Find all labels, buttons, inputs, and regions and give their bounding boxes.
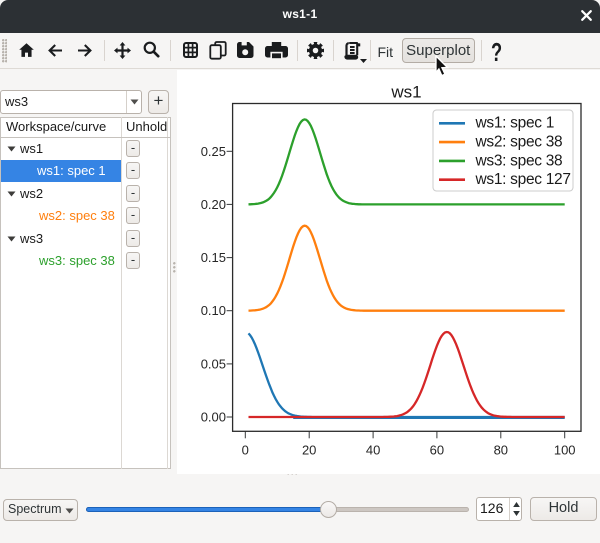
svg-text:0.25: 0.25 (201, 144, 226, 159)
svg-text:0.20: 0.20 (201, 197, 226, 212)
svg-text:ws1: spec 127: ws1: spec 127 (475, 171, 571, 188)
svg-text:40: 40 (366, 442, 380, 457)
svg-text:ws2: spec 38: ws2: spec 38 (475, 134, 563, 151)
svg-text:60: 60 (430, 442, 444, 457)
svg-text:20: 20 (302, 442, 316, 457)
svg-text:100: 100 (554, 442, 576, 457)
svg-text:0.10: 0.10 (201, 303, 226, 318)
svg-text:ws1: ws1 (390, 83, 421, 102)
svg-text:0.05: 0.05 (201, 356, 226, 371)
svg-text:ws1: spec 1: ws1: spec 1 (475, 115, 555, 132)
svg-text:0.00: 0.00 (201, 410, 226, 425)
svg-text:80: 80 (494, 442, 508, 457)
svg-text:ws3: spec 38: ws3: spec 38 (475, 152, 563, 169)
svg-text:0: 0 (242, 442, 249, 457)
svg-text:0.15: 0.15 (201, 250, 226, 265)
